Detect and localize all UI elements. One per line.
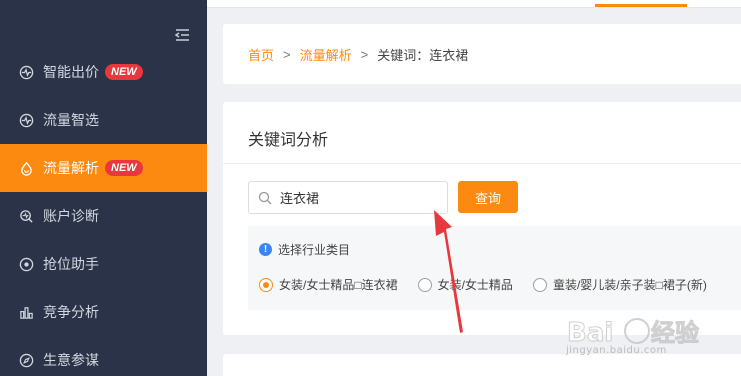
target-icon — [18, 256, 34, 272]
new-badge: NEW — [105, 160, 143, 176]
category-options: 女装/女士精品□连衣裙 女装/女士精品 童装/婴儿装/亲子装□裙子(新) — [259, 276, 727, 293]
sidebar-item-account-diagnosis[interactable]: 账户诊断 — [0, 192, 207, 240]
sidebar-item-business-advisor[interactable]: 生意参谋 — [0, 336, 207, 376]
breadcrumb-separator: > — [360, 47, 369, 62]
watermark-url: jingyan.baidu.com — [566, 345, 667, 356]
category-option-label: 女装/女士精品□连衣裙 — [279, 278, 398, 292]
breadcrumb-home-link[interactable]: 首页 — [248, 45, 274, 64]
baidu-jingyan-watermark-icon: Bai 经验 — [567, 318, 700, 349]
category-option[interactable]: 女装/女士精品□连衣裙 — [259, 276, 398, 293]
divider — [223, 163, 741, 164]
query-button[interactable]: 查询 — [458, 181, 518, 213]
category-option[interactable]: 童装/婴儿装/亲子装□裙子(新) — [532, 276, 707, 293]
collapse-menu-icon[interactable] — [173, 27, 191, 43]
category-option[interactable]: 女装/女士精品 — [417, 276, 513, 293]
category-option-label: 女装/女士精品 — [437, 278, 513, 292]
sidebar-item-label: 流量解析 — [43, 160, 99, 176]
diagnose-icon — [18, 208, 34, 224]
new-badge: NEW — [105, 64, 143, 80]
section-title: 关键词分析 — [248, 132, 329, 149]
compass-icon — [18, 352, 34, 368]
sidebar-item-traffic-analysis[interactable]: 流量解析 NEW — [0, 144, 207, 192]
search-icon — [258, 191, 272, 205]
sidebar-item-smart-bid[interactable]: 智能出价 NEW — [0, 48, 207, 96]
top-bar — [207, 0, 741, 8]
svg-text:经验: 经验 — [651, 319, 699, 347]
active-tab-indicator — [595, 4, 687, 7]
breadcrumb-current: 关键词：连衣裙 — [377, 48, 469, 63]
info-icon: ! — [259, 243, 272, 256]
keyword-search-input[interactable] — [280, 190, 430, 205]
category-hint: ! 选择行业类目 — [259, 241, 350, 258]
pulse-icon — [18, 112, 34, 128]
breadcrumb-separator: > — [283, 47, 291, 62]
sidebar: 智能出价 NEW 流量智选 流量解析 NEW 账户诊断 抢位助手 竞争分析 生意… — [0, 0, 207, 376]
sidebar-item-label: 智能出价 — [43, 64, 99, 80]
bar-chart-icon — [18, 304, 34, 320]
radio-unchecked[interactable] — [532, 277, 547, 292]
bid-icon — [18, 64, 34, 80]
breadcrumb-card: 首页 > 流量解析 > 关键词：连衣裙 — [223, 24, 741, 84]
sidebar-item-label: 流量智选 — [43, 112, 99, 128]
sidebar-item-label: 竞争分析 — [43, 304, 99, 320]
breadcrumb: 首页 > 流量解析 > 关键词：连衣裙 — [248, 45, 468, 64]
sidebar-item-label: 账户诊断 — [43, 208, 99, 224]
sidebar-item-rank-assistant[interactable]: 抢位助手 — [0, 240, 207, 288]
radio-checked[interactable] — [259, 277, 273, 292]
radio-unchecked[interactable] — [417, 277, 432, 292]
sidebar-menu: 智能出价 NEW 流量智选 流量解析 NEW 账户诊断 抢位助手 竞争分析 生意… — [0, 48, 207, 376]
svg-text:Bai: Bai — [567, 318, 613, 348]
category-hint-label: 选择行业类目 — [278, 243, 351, 257]
sidebar-item-competition-analysis[interactable]: 竞争分析 — [0, 288, 207, 336]
sidebar-item-traffic-select[interactable]: 流量智选 — [0, 96, 207, 144]
keyword-search-box[interactable] — [248, 181, 448, 214]
category-option-label: 童装/婴儿装/亲子装□裙子(新) — [552, 278, 707, 292]
sidebar-item-label: 抢位助手 — [43, 256, 99, 272]
sidebar-item-label: 生意参谋 — [43, 352, 99, 368]
drop-icon — [18, 160, 34, 176]
category-panel: ! 选择行业类目 女装/女士精品□连衣裙 女装/女士精品 童装/婴儿装/亲子装□… — [248, 226, 741, 310]
breadcrumb-section-link[interactable]: 流量解析 — [300, 45, 352, 64]
keyword-analysis-card: 关键词分析 查询 ! 选择行业类目 女装/女士精品□连衣裙 女装/女士精品 童装… — [223, 102, 741, 335]
